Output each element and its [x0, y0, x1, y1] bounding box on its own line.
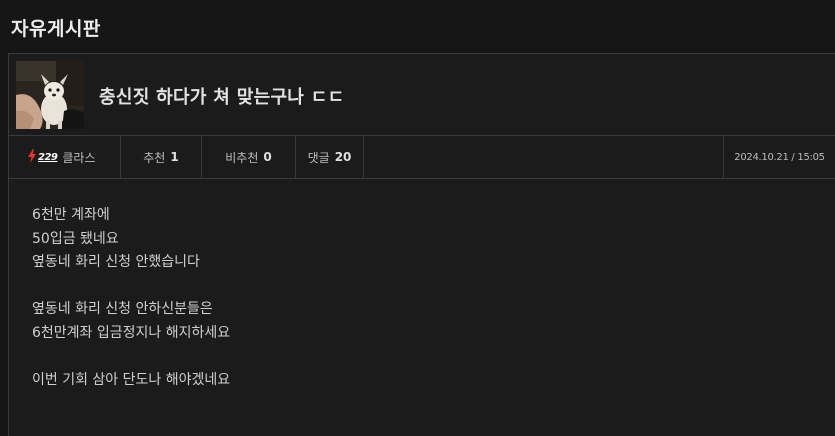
dog-photo-thumbnail[interactable]: [16, 61, 84, 129]
post-title: 충신짓 하다가 쳐 맞는구나 ㄷㄷ: [99, 87, 345, 108]
body-paragraph: 이번 기회 삼아 단도나 해야겠네요: [32, 369, 230, 393]
recommend-count: 추천 1: [121, 136, 202, 178]
body-line: 옆동네 화리 신청 안하신분들은: [32, 301, 213, 317]
not-recommend-label: 비추천: [225, 150, 259, 165]
level-number: 229: [38, 151, 58, 163]
body-line: 이번 기회 삼아 단도나 해야겠네요: [32, 371, 231, 388]
post-meta-bar: 229 클라스 추천 1 비추천 0 댓글 20 2024.10.21 / 15…: [9, 136, 835, 179]
body-line: 6천만 계좌에: [32, 207, 110, 223]
post-container: 충신짓 하다가 쳐 맞는구나 ㄷㄷ 229 클라스 추천 1 비추천 0 댓글 …: [8, 53, 835, 436]
board-title: 자유게시판: [11, 18, 101, 40]
recommend-label: 추천: [143, 150, 166, 165]
body-paragraph: 6천만 계좌에 50입금 됐네요 옆동네 화리 신청 안했습니다: [32, 204, 230, 275]
recommend-number: 1: [170, 150, 179, 164]
body-line: 6천만계좌 입금정지나 해지하세요: [32, 324, 231, 341]
body-line: 50입금 됐네요: [32, 230, 119, 247]
post-date: 2024.10.21 / 15:05: [723, 136, 835, 178]
not-recommend-count: 비추천 0: [202, 136, 296, 178]
comments-label: 댓글: [307, 150, 330, 165]
body-line: 옆동네 화리 신청 안했습니다: [32, 254, 200, 270]
not-recommend-number: 0: [263, 150, 272, 164]
post-body: 6천만 계좌에 50입금 됐네요 옆동네 화리 신청 안했습니다 옆동네 화리 …: [32, 204, 230, 416]
body-paragraph: 옆동네 화리 신청 안하신분들은 6천만계좌 입금정지나 해지하세요: [32, 298, 230, 345]
post-header: 충신짓 하다가 쳐 맞는구나 ㄷㄷ: [9, 54, 835, 136]
comment-count[interactable]: 댓글 20: [296, 136, 364, 178]
level-badge: 229: [27, 148, 58, 166]
author-info[interactable]: 229 클라스: [9, 136, 121, 178]
lightning-bolt-icon: [27, 148, 37, 166]
comments-number: 20: [334, 150, 352, 164]
author-name[interactable]: 클라스: [62, 149, 95, 166]
